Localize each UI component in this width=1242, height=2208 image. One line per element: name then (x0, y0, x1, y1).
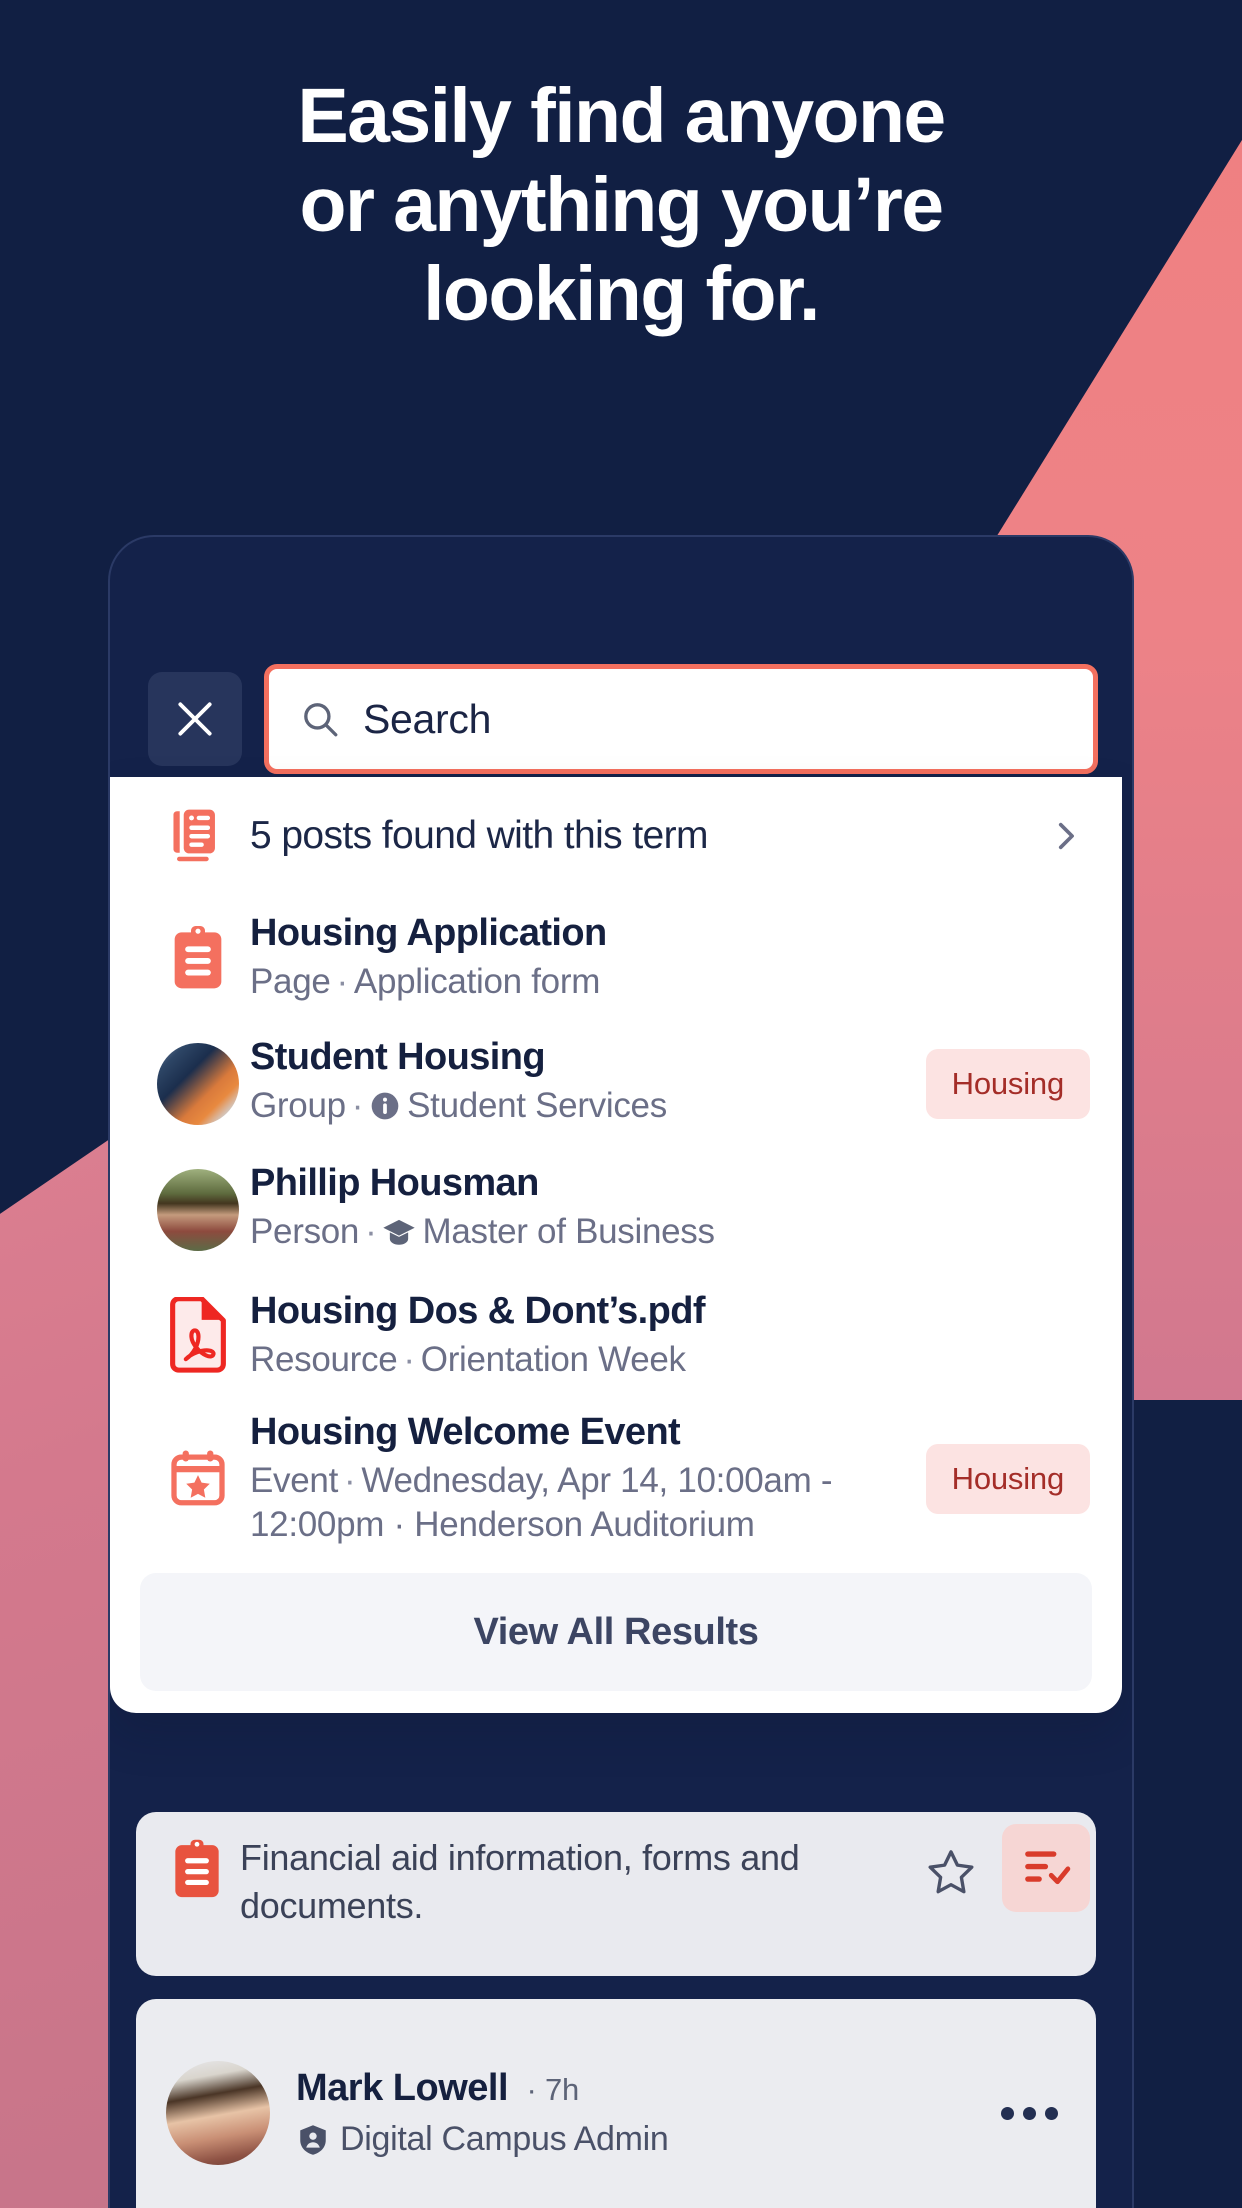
result-type: Resource (250, 1340, 398, 1380)
posts-icon (146, 807, 250, 865)
result-subtitle: Resource · Orientation Week (250, 1340, 686, 1380)
post-meta: Mark Lowell · 7h Digital Campus Admin (296, 2067, 975, 2159)
result-type: Person (250, 1211, 360, 1251)
result-item-housing-application[interactable]: Housing Application Page · Application for… (110, 895, 1122, 1021)
post-timestamp: · 7h (526, 2072, 580, 2107)
person-avatar (146, 1169, 250, 1251)
result-item-housing-dos-donts-pdf[interactable]: Housing Dos & Dont’s.pdf Resource · Orient… (110, 1273, 1122, 1399)
result-text: Housing Dos & Dont’s.pdf Resource · Orient… (250, 1289, 1090, 1383)
result-type: Page (250, 962, 331, 1002)
search-icon (304, 703, 338, 737)
result-subtitle: Person · Master of Business (250, 1210, 1082, 1260)
chevron-right-icon[interactable] (1040, 819, 1090, 853)
pdf-icon (146, 1297, 250, 1375)
result-type: Event (250, 1460, 338, 1500)
result-item-student-housing[interactable]: Student Housing Group · Student Services H… (110, 1021, 1122, 1147)
post-author[interactable]: Mark Lowell (296, 2067, 509, 2109)
clipboard-icon (154, 1834, 240, 1900)
result-detail: Application form (353, 962, 601, 1002)
status-badge: Housing (925, 1444, 1090, 1514)
financial-aid-card[interactable]: Financial aid information, forms and doc… (136, 1812, 1096, 1976)
headline-line-1: Easily find anyone (297, 73, 946, 159)
more-options-icon[interactable] (1001, 2106, 1070, 2120)
result-type: Group (250, 1085, 346, 1125)
avatar (166, 2061, 270, 2165)
promo-screenshot: Easily find anyone or anything you’re lo… (0, 0, 1242, 2208)
result-subtitle: Event · Wednesday, Apr 14, 10:00am - 12:00… (250, 1460, 833, 1545)
post-role-label: Digital Campus Admin (340, 2120, 669, 2158)
info-icon (369, 1089, 401, 1134)
promo-headline: Easily find anyone or anything you’re lo… (0, 78, 1242, 345)
phone-device-frame: Search Financial aid information, forms … (108, 535, 1134, 2208)
result-title: Housing Dos & Dont’s.pdf (250, 1290, 706, 1333)
view-all-results-button[interactable]: View All Results (140, 1573, 1092, 1691)
checklist-icon[interactable] (1002, 1824, 1090, 1912)
result-text: Phillip Housman Person · Master of Busines… (250, 1161, 1090, 1260)
result-title: Housing Application (250, 912, 607, 955)
search-input[interactable]: Search (264, 664, 1098, 774)
post-role: Digital Campus Admin (296, 2120, 975, 2159)
result-text: Housing Application Page · Application for… (250, 911, 1090, 1005)
result-title: Housing Welcome Event (250, 1410, 681, 1453)
posts-found-label-wrap: 5 posts found with this term (250, 813, 1040, 859)
star-outline-icon[interactable] (924, 1846, 978, 1905)
result-subtitle: Group · Student Services (250, 1084, 908, 1134)
result-subtitle: Page · Application form (250, 962, 601, 1002)
feed-post-card[interactable]: Mark Lowell · 7h Digital Campus Admin (136, 1999, 1096, 2208)
result-text: Student Housing Group · Student Services (250, 1035, 916, 1134)
result-detail: Master of Business (422, 1211, 715, 1251)
result-text: Housing Welcome Event Event · Wednesday, A… (250, 1410, 916, 1548)
result-item-phillip-housman[interactable]: Phillip Housman Person · Master of Busines… (110, 1147, 1122, 1273)
clipboard-icon (146, 925, 250, 991)
group-avatar (146, 1043, 250, 1125)
result-item-housing-welcome-event[interactable]: Housing Welcome Event Event · Wednesday, A… (110, 1399, 1122, 1559)
shield-person-icon (300, 2124, 326, 2155)
search-results-dropdown: 5 posts found with this term Housing App… (110, 777, 1122, 1713)
close-button[interactable] (148, 672, 242, 766)
posts-found-label: 5 posts found with this term (250, 813, 709, 857)
close-icon (178, 702, 212, 736)
result-title: Phillip Housman (250, 1161, 539, 1204)
result-title: Student Housing (250, 1035, 546, 1078)
calendar-star-icon (146, 1449, 250, 1509)
graduation-cap-icon (382, 1215, 416, 1260)
status-badge: Housing (925, 1049, 1090, 1119)
posts-found-row[interactable]: 5 posts found with this term (110, 777, 1122, 895)
search-header: Search (148, 662, 1098, 776)
headline-line-2: or anything you’re (299, 162, 944, 248)
result-detail: Student Services (407, 1085, 667, 1125)
headline-line-3: looking for. (423, 251, 820, 337)
result-detail: Orientation Week (420, 1340, 686, 1380)
search-placeholder: Search (363, 695, 492, 742)
